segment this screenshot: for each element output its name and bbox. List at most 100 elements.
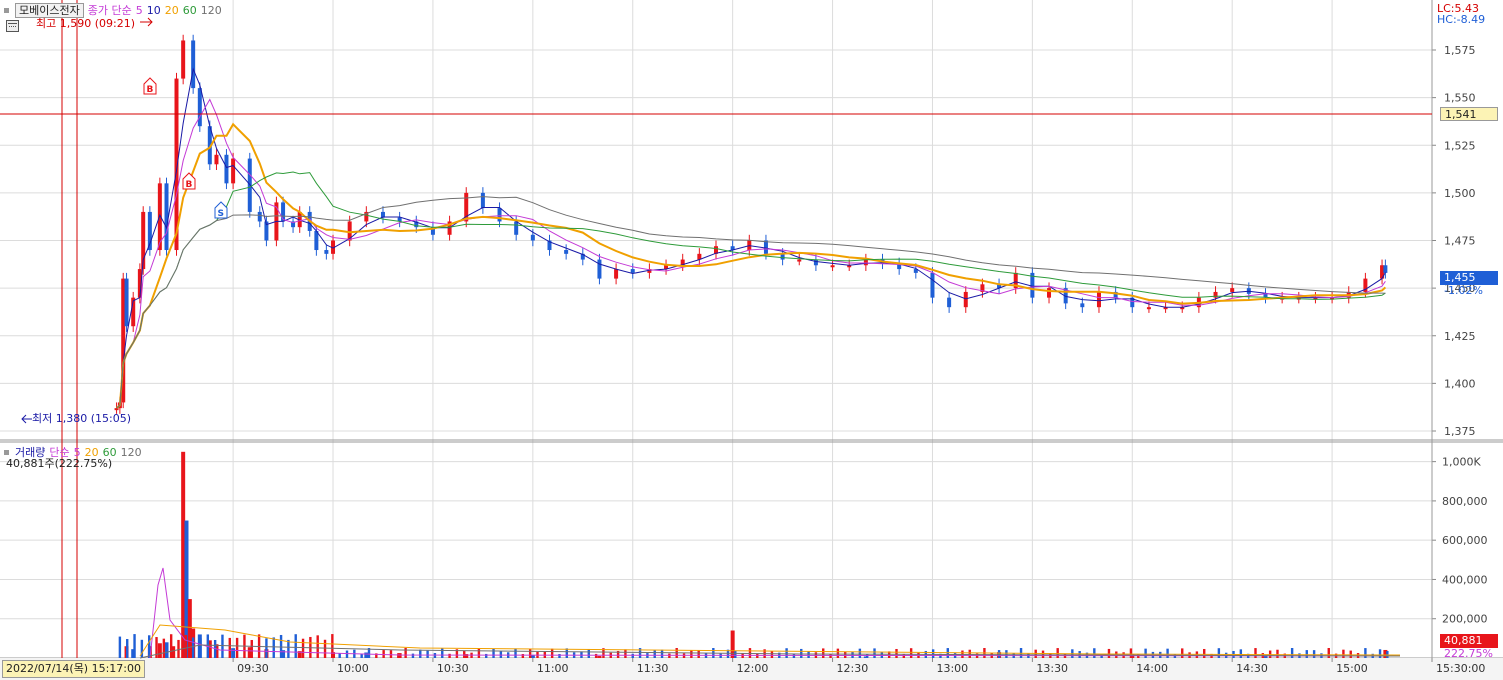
- candle-body-54: [763, 240, 768, 254]
- volume-bar-small-7208: [734, 650, 737, 658]
- candle-body-15: [214, 154, 219, 165]
- price-tick-label-7: 1,550: [1444, 92, 1476, 105]
- candle-body-26: [314, 230, 319, 251]
- page-background: [0, 0, 1503, 680]
- volume-bar-small-6240: [411, 653, 415, 658]
- volume-bar-small-5580: [191, 637, 195, 658]
- volume-bar-small-8176: [1056, 648, 1059, 658]
- candle-body-66: [963, 291, 968, 308]
- price-tick-label-5: 1,500: [1444, 187, 1476, 200]
- price-tick-label-2: 1,425: [1444, 330, 1476, 343]
- volume-bar-small-6284: [426, 650, 429, 658]
- ma-period-5: 5: [135, 3, 143, 17]
- volume-bar-small-8660: [1217, 648, 1221, 658]
- current-change-label: -1.02%: [1444, 284, 1483, 297]
- volume-bar-small-5844: [279, 634, 283, 658]
- volume-bar-small-6592: [528, 648, 532, 658]
- current-price-box: 1,455: [1440, 271, 1498, 285]
- volume-bar-4: [164, 642, 169, 658]
- candle-body-58: [830, 265, 835, 268]
- candle-body-19: [257, 211, 262, 222]
- ma-period-20: 20: [164, 3, 179, 17]
- volume-bar-small-6570: [521, 653, 525, 658]
- candle-body-45: [614, 269, 619, 279]
- time-tick-label-4: 11:30: [637, 662, 669, 675]
- candle-body-82: [1230, 288, 1235, 292]
- candle-body-65: [947, 297, 952, 308]
- price-tick-label-8: 1,575: [1444, 44, 1476, 57]
- candle-body-0: [114, 408, 119, 411]
- panel-handle-icon[interactable]: [4, 7, 9, 13]
- volume-bar-small-8396: [1129, 648, 1133, 658]
- volume-bar-small-7318: [770, 651, 774, 658]
- volume-bar-19: [364, 652, 369, 658]
- volume-bar-small-7912: [968, 649, 971, 658]
- ma-title: 종가 단순: [87, 4, 132, 17]
- volume-bar-small-7076: [690, 650, 693, 658]
- volume-bar-small-5690: [228, 637, 231, 658]
- volume-bar-small-8990: [1327, 648, 1330, 658]
- volume-bar-small-5822: [272, 637, 275, 658]
- candle-body-37: [480, 192, 485, 209]
- volume-bar-small-8132: [1041, 650, 1045, 658]
- time-tick-label-12: 15:30:00: [1436, 662, 1485, 675]
- time-tick-label-6: 12:30: [837, 662, 869, 675]
- volume-bar-small-9034: [1342, 649, 1345, 658]
- candle-body-40: [530, 234, 535, 241]
- candle-body-56: [797, 259, 802, 262]
- volume-bar-small-5998: [331, 634, 334, 658]
- volume-bar-small-7802: [931, 649, 935, 658]
- volume-bar-small-5558: [184, 634, 188, 658]
- volume-tick-label-3: 800,000: [1442, 495, 1488, 508]
- candle-body-27: [324, 250, 329, 254]
- volume-bar-small-5360: [118, 636, 122, 658]
- candle-body-16: [224, 154, 229, 184]
- volume-bar-3: [157, 643, 162, 658]
- time-tick-label-9: 14:00: [1136, 662, 1168, 675]
- candle-body-74: [1096, 291, 1101, 308]
- low-price-label: 최저 1,380 (15:05): [32, 412, 132, 425]
- candle-body-11: [181, 40, 186, 79]
- candle-body-73: [1080, 303, 1085, 308]
- volume-bar-small-8550: [1181, 648, 1184, 658]
- volume-bar-small-8022: [1005, 650, 1008, 658]
- time-tick-label-10: 14:30: [1236, 662, 1268, 675]
- time-tick-label-3: 11:00: [537, 662, 569, 675]
- stock-name[interactable]: 모베이스전자: [15, 2, 84, 18]
- volume-bar-small-8286: [1093, 648, 1096, 658]
- calendar-icon[interactable]: [6, 20, 19, 32]
- volume-bar-small-8836: [1276, 649, 1279, 658]
- signal-marker-label-1: B: [186, 180, 193, 190]
- volume-bar-small-7098: [697, 650, 700, 658]
- volume-bar-small-6350: [448, 653, 451, 658]
- time-tick-label-1: 10:00: [337, 662, 369, 675]
- volume-bar-small-5976: [323, 639, 327, 658]
- candle-body-77: [1146, 307, 1151, 310]
- volume-bar-24: [730, 630, 735, 658]
- volume-bar-small-5668: [221, 634, 224, 658]
- time-tick-label-2: 10:30: [437, 662, 469, 675]
- volume-bar-small-8506: [1166, 648, 1169, 658]
- hc-label: HC:-8.49: [1437, 13, 1486, 26]
- volume-bar-small-6966: [653, 650, 656, 658]
- volume-bar-small-5888: [294, 634, 297, 658]
- volume-bar-small-8770: [1254, 648, 1257, 658]
- volume-bar-small-7274: [756, 653, 759, 658]
- candle-body-3: [124, 278, 129, 327]
- candle-body-71: [1047, 288, 1052, 298]
- candle-body-92: [1383, 265, 1388, 273]
- time-tick-label-5: 12:00: [737, 662, 769, 675]
- volume-bar-small-7010: [668, 653, 671, 658]
- volume-ma-period-120: 120: [120, 445, 142, 459]
- stock-chart[interactable]: 1,3751,4001,4251,4501,4751,5001,5251,550…: [0, 0, 1503, 680]
- volume-bar-small-7736: [909, 648, 913, 658]
- candle-body-44: [597, 259, 602, 279]
- volume-panel-handle-icon[interactable]: [4, 449, 9, 455]
- high-price-label: 최고 1,590 (09:21): [36, 17, 136, 30]
- candle-body-57: [813, 259, 818, 266]
- price-tick-label-1: 1,400: [1444, 377, 1476, 390]
- volume-bar-small-5712: [235, 637, 239, 658]
- current-volume-pct: 222.75%: [1444, 647, 1493, 660]
- price-tick-label-6: 1,525: [1444, 139, 1476, 152]
- time-tick-label-0: 09:30: [237, 662, 269, 675]
